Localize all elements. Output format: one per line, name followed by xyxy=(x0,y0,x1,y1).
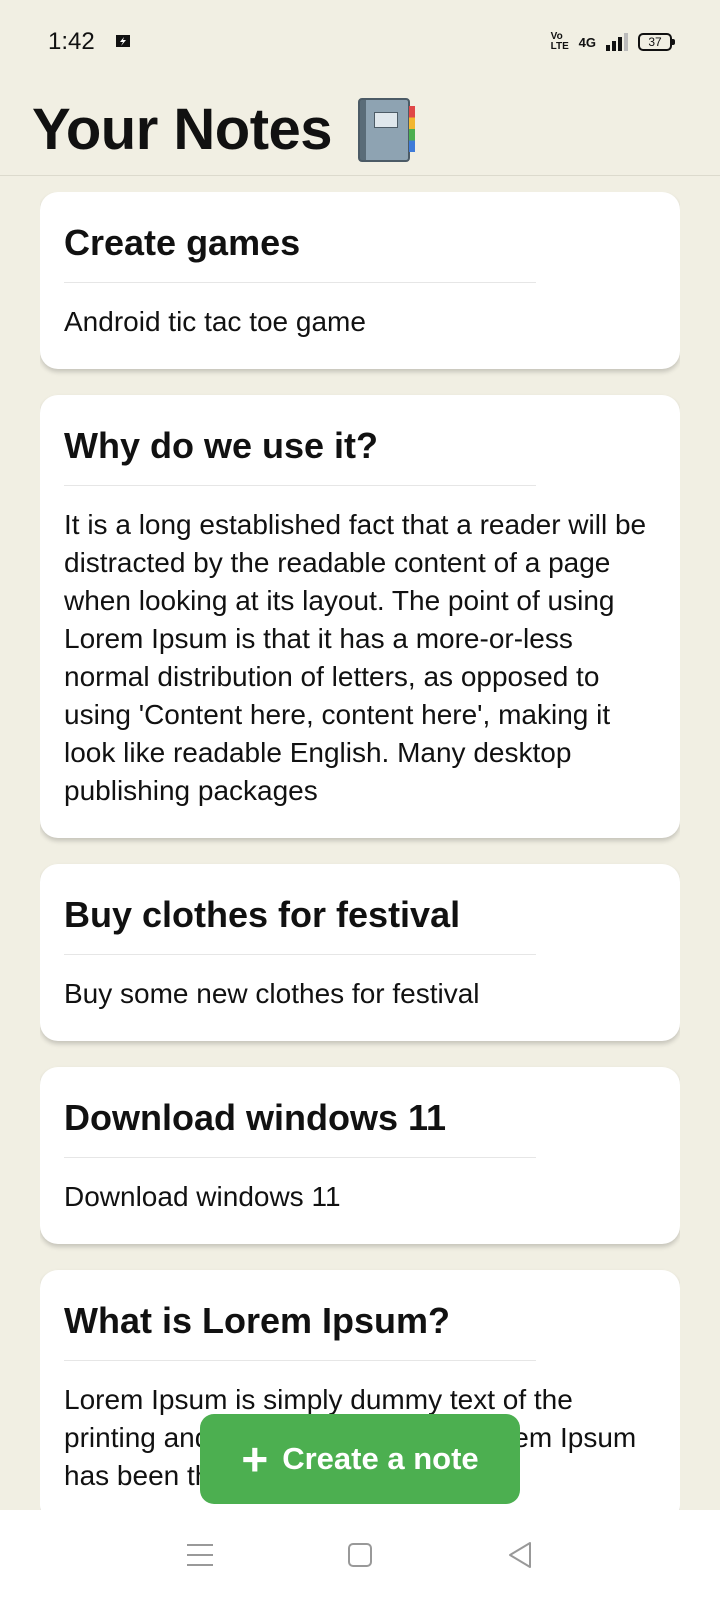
note-card[interactable]: Buy clothes for festival Buy some new cl… xyxy=(40,864,680,1041)
note-body: It is a long established fact that a rea… xyxy=(64,509,647,806)
volte-indicator: Vo LTE xyxy=(550,31,569,52)
note-divider xyxy=(64,1360,536,1361)
home-icon xyxy=(348,1543,372,1567)
note-body: Download windows 11 xyxy=(64,1181,341,1212)
page-title: Your Notes xyxy=(32,97,333,162)
note-title: Create games xyxy=(64,222,301,263)
note-divider xyxy=(64,282,536,283)
network-type: 4G xyxy=(578,34,596,50)
status-bar: 1:42 Vo LTE 4G 37 xyxy=(0,0,720,84)
note-title: Why do we use it? xyxy=(64,425,379,466)
note-body: Android tic tac toe game xyxy=(64,306,366,337)
note-card[interactable]: Download windows 11 Download windows 11 xyxy=(40,1067,680,1244)
note-title: Download windows 11 xyxy=(64,1097,447,1138)
home-button[interactable] xyxy=(330,1525,390,1585)
notebook-icon xyxy=(358,97,416,162)
app-header: Your Notes xyxy=(0,84,720,176)
notification-icon xyxy=(113,28,133,56)
note-divider xyxy=(64,1157,536,1158)
menu-button[interactable] xyxy=(170,1525,230,1585)
battery-icon: 37 xyxy=(638,33,675,51)
note-body: Buy some new clothes for festival xyxy=(64,978,480,1009)
note-card[interactable]: Create games Android tic tac toe game xyxy=(40,192,680,369)
battery-level: 37 xyxy=(648,35,662,49)
back-icon xyxy=(509,1542,531,1568)
menu-icon xyxy=(187,1544,213,1566)
note-title: What is Lorem Ipsum? xyxy=(64,1300,451,1341)
back-button[interactable] xyxy=(490,1525,550,1585)
note-card[interactable]: Why do we use it? It is a long establish… xyxy=(40,395,680,838)
notes-list[interactable]: Create games Android tic tac toe game Wh… xyxy=(40,192,680,1510)
status-time: 1:42 xyxy=(48,28,95,55)
note-divider xyxy=(64,954,536,955)
system-nav-bar xyxy=(0,1510,720,1600)
note-divider xyxy=(64,485,536,486)
create-note-label: Create a note xyxy=(282,1441,479,1476)
plus-icon: + xyxy=(241,1433,269,1485)
note-title: Buy clothes for festival xyxy=(64,894,461,935)
create-note-button[interactable]: + Create a note xyxy=(200,1414,520,1504)
signal-icon xyxy=(606,33,628,51)
